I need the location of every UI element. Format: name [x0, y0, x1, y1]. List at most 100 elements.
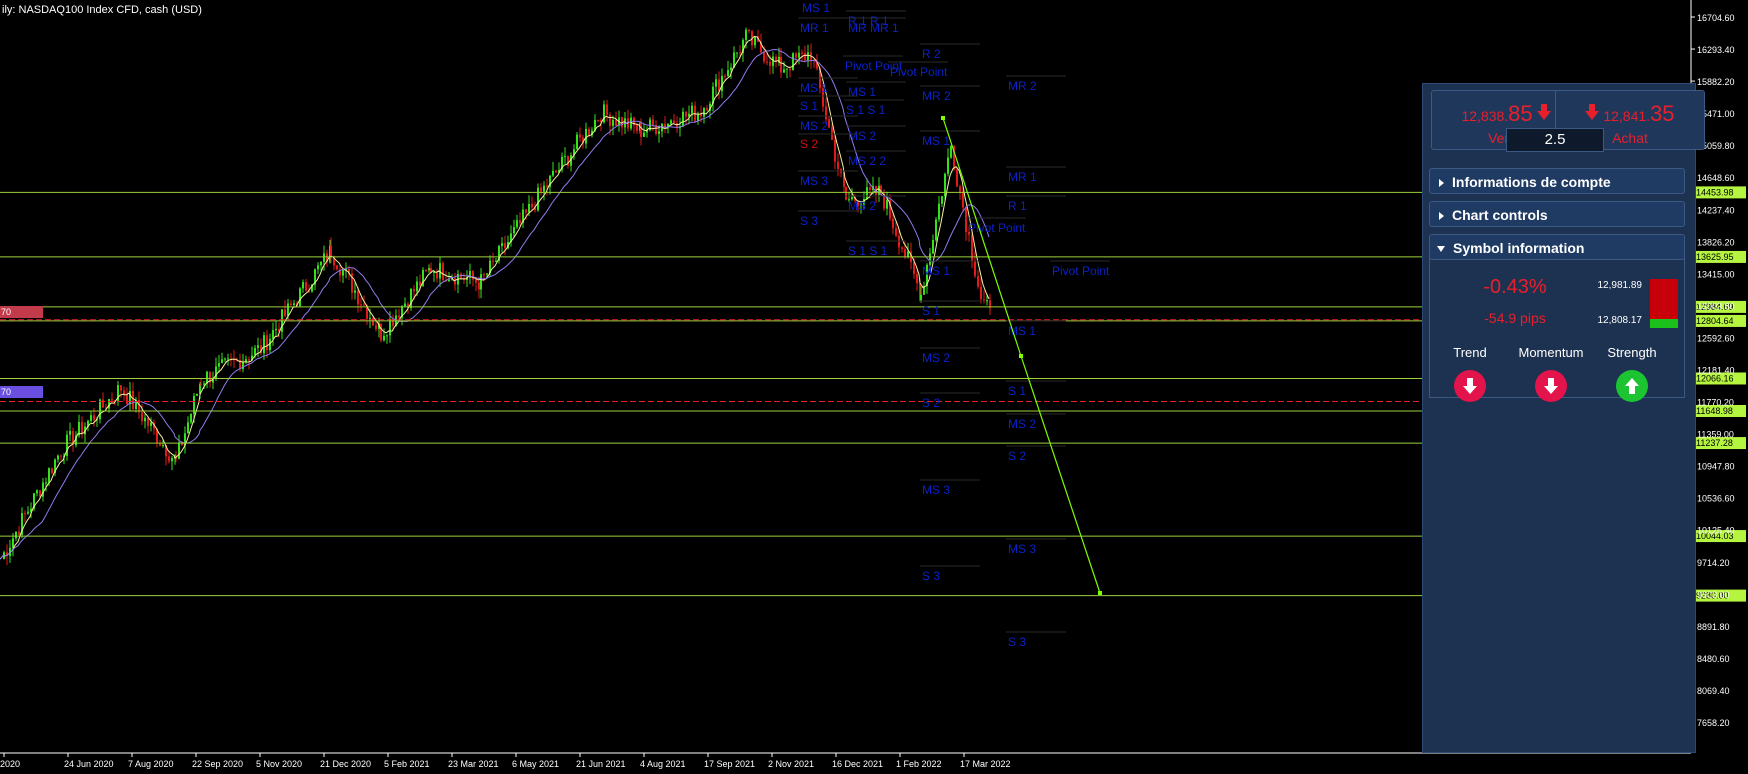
trading-panel: 12,838.85 Vente 12,841.35 Achat 2.5 Info… [1422, 83, 1705, 753]
candle-body [658, 131, 660, 134]
candle-body [913, 262, 915, 274]
candle-body [272, 330, 274, 339]
change-pips: -54.9 pips [1484, 310, 1546, 326]
price-tick-label: 11359.00 [1697, 430, 1734, 440]
candle-body [284, 309, 286, 317]
candle-body [974, 260, 976, 276]
pivot-label: MS 2 [848, 129, 876, 143]
candle-body [986, 300, 988, 302]
pivot-label: MS 3 [1008, 542, 1036, 556]
date-tick-label: 5 Feb 2021 [384, 759, 430, 769]
change-percent: -0.43% [1483, 276, 1547, 298]
candle-body [317, 265, 319, 270]
trendline-handle [1098, 591, 1102, 595]
candle-body [102, 399, 104, 408]
candle-body [299, 288, 301, 307]
candle-body [187, 422, 189, 434]
candle-body [783, 69, 785, 73]
price-tick-label: 8891.80 [1697, 622, 1730, 632]
section-account-info[interactable]: Informations de compte [1429, 168, 1685, 194]
candle-body [516, 220, 518, 228]
candle-body [615, 120, 617, 126]
candle-body [360, 304, 362, 306]
candle-body [932, 240, 934, 254]
candle-body [519, 220, 521, 224]
candle-body [342, 270, 344, 276]
left-level-tag-red[interactable]: 70 [0, 306, 43, 318]
candle-body [404, 303, 406, 307]
candle-body [69, 431, 71, 435]
pivot-label: S 2 [1008, 449, 1026, 463]
candle-body [12, 538, 14, 548]
candle-body [697, 113, 699, 121]
candle-body [901, 247, 903, 249]
candle-body [670, 120, 672, 124]
moving-average-line [0, 48, 990, 560]
candle-body [162, 445, 164, 447]
candle-body [807, 52, 809, 61]
candle-body [386, 335, 388, 337]
candle-body [834, 139, 836, 162]
pivot-label: S 1 [922, 304, 940, 318]
candle-body [837, 161, 839, 169]
candle-body [965, 207, 967, 232]
candle-body [763, 52, 765, 62]
candle-body [200, 384, 202, 386]
pivot-label: S 1 S 1 [848, 244, 888, 258]
candle-body [413, 288, 415, 292]
candle-body [766, 61, 768, 63]
price-tick-label: 9303.00 [1697, 590, 1730, 600]
pivot-label: MS 3 [800, 174, 828, 188]
candle-body [171, 457, 173, 462]
candle-body [950, 146, 952, 158]
candle-body [27, 511, 29, 514]
candle-body [416, 281, 418, 292]
lot-size-input[interactable]: 2.5 [1506, 128, 1604, 152]
candle-body [576, 134, 578, 150]
candle-body [754, 36, 756, 46]
candle-body [293, 303, 295, 306]
moving-averages [0, 35, 990, 560]
date-tick-label: 22 Sep 2020 [192, 759, 243, 769]
triangle-right-icon [1439, 212, 1444, 221]
candle-body [287, 303, 289, 317]
pivot-levels: MS 1MR 1R 1 R 1MR MR 1Pivot PointPivot P… [798, 1, 1110, 649]
candle-body [916, 273, 918, 284]
candle-body [745, 29, 747, 40]
candle-body [804, 52, 806, 61]
indicator-momentum-label: Momentum [1518, 345, 1584, 360]
candle-body [892, 218, 894, 229]
candle-body [302, 282, 304, 289]
candle-body [492, 260, 494, 262]
candle-body [673, 120, 675, 124]
candle-body [57, 455, 59, 460]
date-tick-label: 17 Sep 2021 [704, 759, 755, 769]
section-chart-controls[interactable]: Chart controls [1429, 201, 1685, 227]
pivot-label: MS 3 [922, 483, 950, 497]
chart-title: ily: NASDAQ100 Index CFD, cash (USD) [2, 4, 202, 16]
range-bar-red [1650, 279, 1678, 319]
candle-body [528, 203, 530, 213]
candle-body [419, 281, 421, 286]
candle-body [555, 170, 557, 173]
candle-body [266, 335, 268, 351]
candle-body [60, 455, 62, 457]
candle-body [227, 358, 229, 360]
candle-body [606, 104, 608, 115]
candle-body [792, 53, 794, 71]
candle-body [715, 79, 717, 87]
sell-price-big: 85 [1508, 101, 1533, 126]
candle-body [257, 345, 259, 348]
price-tick-label: 8069.40 [1697, 686, 1730, 696]
triangle-down-icon [1437, 246, 1445, 253]
candle-body [959, 186, 961, 192]
pivot-label: MR 1 [1008, 170, 1037, 184]
pivot-label: MS 1 [802, 1, 830, 15]
candle-body [141, 412, 143, 422]
candle-body [48, 468, 50, 483]
price-tick-label: 16293.40 [1697, 45, 1735, 55]
candle-body [336, 265, 338, 270]
left-level-tag-purple[interactable]: 70 [0, 386, 43, 398]
candle-body [825, 106, 827, 120]
candle-body [962, 191, 964, 208]
